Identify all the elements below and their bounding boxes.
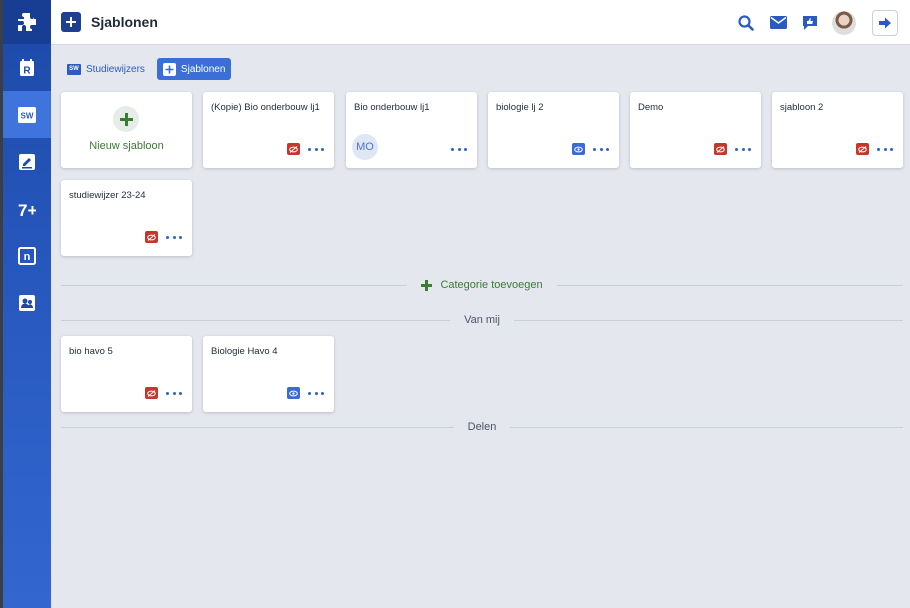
owner-avatar: MO	[352, 134, 378, 160]
template-name: studiewijzer 23-24	[69, 190, 146, 201]
divider-line	[510, 426, 903, 428]
divider-line	[513, 319, 903, 321]
avatar[interactable]	[832, 10, 856, 35]
more-options-button[interactable]	[166, 386, 182, 400]
template-card[interactable]: Biologie Havo 4	[203, 336, 334, 412]
template-card[interactable]: Demo	[630, 92, 761, 168]
template-card[interactable]: sjabloon 2	[772, 92, 903, 168]
template-card[interactable]: Bio onderbouw lj1 MO	[346, 92, 477, 168]
logout-button[interactable]	[872, 9, 898, 36]
sidebar-item-studiewijzers[interactable]: SW	[3, 91, 51, 138]
more-options-button[interactable]	[735, 142, 751, 156]
template-name: (Kopie) Bio onderbouw lj1	[211, 102, 320, 113]
eye-icon[interactable]	[572, 143, 585, 155]
feedback-icon	[803, 15, 817, 30]
template-name: Bio onderbouw lj1	[354, 102, 430, 113]
tab-label: Studiewijzers	[86, 63, 145, 75]
template-name: bio havo 5	[69, 346, 113, 357]
plus-icon	[421, 279, 433, 291]
eye-slash-icon[interactable]	[856, 143, 869, 155]
divider-line	[61, 319, 451, 321]
mail-icon	[769, 16, 787, 29]
sidebar-glyph-r: R	[23, 65, 31, 76]
plus-icon	[162, 62, 176, 76]
sidebar-item-cijfers[interactable]: 7+	[3, 185, 51, 232]
more-options-button[interactable]	[308, 386, 324, 400]
eye-slash-icon[interactable]	[714, 143, 727, 155]
new-template-card[interactable]: Nieuw sjabloon	[61, 92, 192, 168]
search-button[interactable]	[730, 0, 762, 45]
template-name: Demo	[638, 102, 664, 113]
calendar-r-icon: R	[20, 58, 34, 76]
category-label[interactable]: Van mij	[450, 314, 514, 326]
add-category-button[interactable]: Categorie toevoegen	[407, 279, 556, 291]
template-card[interactable]: biologie lj 2	[488, 92, 619, 168]
divider-line	[556, 284, 904, 286]
category-divider-delen: Delen	[61, 420, 903, 434]
view-tabs: SW Studiewijzers Sjablonen	[61, 58, 232, 80]
sidebar-item-leerlingen[interactable]	[3, 279, 51, 326]
template-card[interactable]: (Kopie) Bio onderbouw lj1	[203, 92, 334, 168]
inbox-edit-icon	[19, 153, 35, 170]
tab-sjablonen[interactable]: Sjablonen	[156, 58, 232, 80]
top-header: Sjablonen	[51, 0, 910, 45]
puzzle-logo-icon	[18, 13, 36, 31]
studiewijzer-sw-icon: SW	[18, 106, 36, 123]
more-options-button[interactable]	[166, 230, 182, 244]
tab-studiewijzers[interactable]: SW Studiewijzers	[61, 58, 151, 80]
app-logo-icon[interactable]	[3, 0, 51, 44]
category-divider-van-mij: Van mij	[61, 313, 903, 327]
template-plus-icon	[61, 12, 81, 32]
new-template-label: Nieuw sjabloon	[89, 140, 164, 152]
search-icon	[738, 14, 754, 31]
mail-button[interactable]	[762, 0, 794, 45]
sidebar-item-notities[interactable]: n	[3, 232, 51, 279]
sidebar-item-inleveringen[interactable]	[3, 138, 51, 185]
eye-icon[interactable]	[287, 387, 300, 399]
sidebar-glyph-n: n	[24, 251, 31, 263]
sidebar: R SW 7+ n	[3, 0, 51, 608]
template-name: Biologie Havo 4	[211, 346, 278, 357]
eye-slash-icon[interactable]	[287, 143, 300, 155]
sw-icon: SW	[67, 63, 81, 75]
logout-icon	[879, 17, 891, 28]
more-options-button[interactable]	[593, 142, 609, 156]
feedback-button[interactable]	[794, 0, 826, 45]
students-icon	[19, 294, 35, 311]
more-options-button[interactable]	[877, 142, 893, 156]
more-options-button[interactable]	[451, 142, 467, 156]
grades-icon: 7+	[18, 201, 36, 218]
sidebar-item-rooster[interactable]: R	[3, 44, 51, 91]
add-category-divider: Categorie toevoegen	[61, 278, 904, 292]
more-options-button[interactable]	[308, 142, 324, 156]
add-category-label: Categorie toevoegen	[440, 279, 543, 291]
template-name: sjabloon 2	[780, 102, 824, 113]
sidebar-glyph-sw: SW	[21, 111, 34, 120]
eye-slash-icon[interactable]	[145, 231, 158, 243]
notes-n-icon: n	[18, 246, 36, 265]
template-card[interactable]: bio havo 5	[61, 336, 192, 412]
divider-line	[61, 426, 454, 428]
template-name: biologie lj 2	[496, 102, 544, 113]
plus-icon	[113, 106, 139, 132]
sidebar-glyph-grades: 7+	[18, 201, 36, 218]
template-card[interactable]: studiewijzer 23-24	[61, 180, 192, 256]
eye-slash-icon[interactable]	[145, 387, 158, 399]
page-title: Sjablonen	[91, 14, 158, 30]
divider-line	[61, 284, 408, 286]
category-label[interactable]: Delen	[454, 421, 511, 433]
tab-label: Sjablonen	[180, 63, 226, 75]
